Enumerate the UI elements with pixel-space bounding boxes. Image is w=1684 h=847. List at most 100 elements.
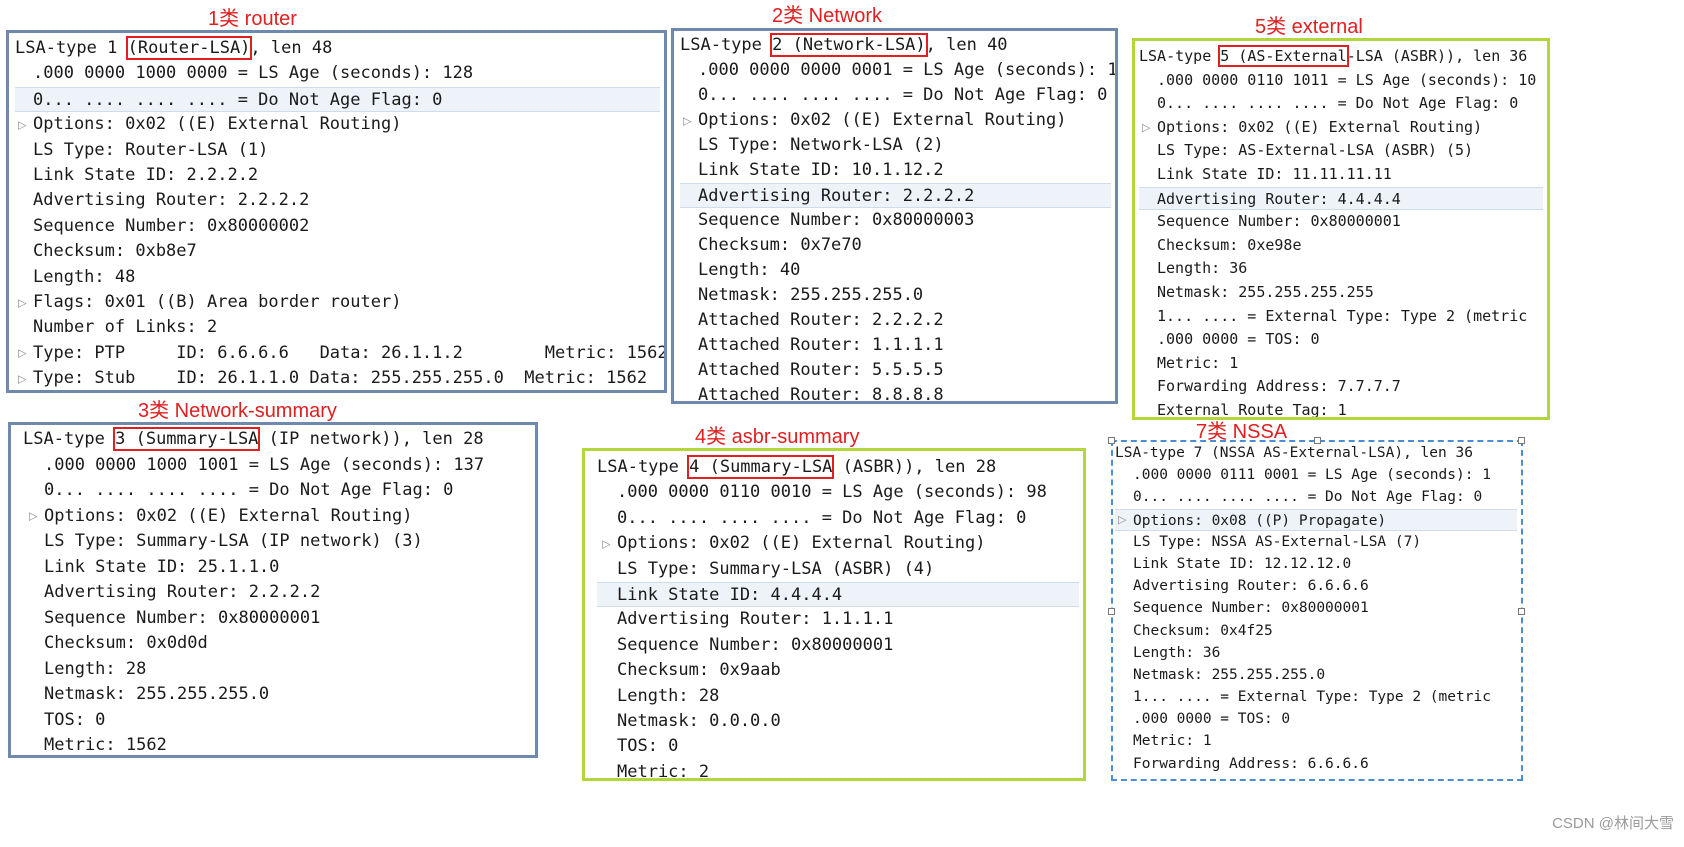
field-row[interactable]: Attached Router: 8.8.8.8 bbox=[680, 383, 1111, 401]
expand-arrow-icon[interactable]: ▷ bbox=[1142, 116, 1150, 140]
field-row[interactable]: Length: 28 bbox=[23, 657, 531, 683]
field-row[interactable]: Link State ID: 25.1.1.0 bbox=[23, 555, 531, 581]
field-row[interactable]: 0... .... .... .... = Do Not Age Flag: 0 bbox=[15, 86, 660, 113]
field-row[interactable]: LS Type: NSSA AS-External-LSA (7) bbox=[1115, 531, 1517, 553]
field-row[interactable]: Length: 36 bbox=[1139, 257, 1543, 281]
field-row[interactable]: LS Type: Network-LSA (2) bbox=[680, 133, 1111, 158]
field-row[interactable]: Netmask: 0.0.0.0 bbox=[597, 709, 1079, 734]
field-row[interactable]: 0... .... .... .... = Do Not Age Flag: 0 bbox=[23, 478, 531, 504]
lsa-header[interactable]: LSA-type 1 (Router-LSA), len 48 bbox=[15, 36, 660, 61]
field-row[interactable]: Checksum: 0x0d0d bbox=[23, 631, 531, 657]
field-row[interactable]: Advertising Router: 2.2.2.2 bbox=[680, 183, 1111, 208]
field-row[interactable]: LS Type: Summary-LSA (IP network) (3) bbox=[23, 529, 531, 555]
field-row[interactable]: .000 0000 1000 0000 = LS Age (seconds): … bbox=[15, 61, 660, 86]
resize-handle-ml[interactable] bbox=[1108, 608, 1115, 615]
field-row[interactable]: ▷ Options: 0x08 ((P) Propagate) bbox=[1115, 508, 1517, 531]
field-row[interactable]: Sequence Number: 0x80000001 bbox=[23, 606, 531, 632]
resize-handle-tl[interactable] bbox=[1108, 437, 1115, 444]
lsa-header[interactable]: LSA-type 7 (NSSA AS-External-LSA), len 3… bbox=[1115, 442, 1517, 464]
expand-arrow-icon[interactable]: ▷ bbox=[683, 108, 691, 133]
field-row[interactable]: 1... .... = External Type: Type 2 (metri… bbox=[1115, 686, 1517, 708]
field-row[interactable]: Link State ID: 10.1.12.2 bbox=[680, 158, 1111, 183]
resize-handle-tm[interactable] bbox=[1314, 437, 1321, 444]
expand-arrow-icon[interactable]: ▷ bbox=[18, 112, 26, 137]
field-row[interactable]: Length: 48 bbox=[15, 265, 660, 290]
lsa-header[interactable]: LSA-type 4 (Summary-LSA (ASBR)), len 28 bbox=[597, 455, 1079, 480]
field-row[interactable]: Checksum: 0x9aab bbox=[597, 658, 1079, 683]
field-row[interactable]: Advertising Router: 2.2.2.2 bbox=[15, 188, 660, 213]
field-row[interactable]: LS Type: Router-LSA (1) bbox=[15, 138, 660, 163]
expand-arrow-icon[interactable]: ▷ bbox=[18, 366, 26, 390]
lsa-header[interactable]: LSA-type 5 (AS-External-LSA (ASBR)), len… bbox=[1139, 45, 1543, 69]
expand-arrow-icon[interactable]: ▷ bbox=[1118, 509, 1126, 531]
field-row[interactable]: Sequence Number: 0x80000003 bbox=[680, 208, 1111, 233]
field-row[interactable]: Netmask: 255.255.255.0 bbox=[680, 283, 1111, 308]
field-row[interactable]: Attached Router: 1.1.1.1 bbox=[680, 333, 1111, 358]
field-row[interactable]: Forwarding Address: 7.7.7.7 bbox=[1139, 375, 1543, 399]
field-row[interactable]: Sequence Number: 0x80000002 bbox=[15, 214, 660, 239]
field-row[interactable]: Checksum: 0x7e70 bbox=[680, 233, 1111, 258]
field-row[interactable]: Link State ID: 4.4.4.4 bbox=[597, 581, 1079, 608]
field-row[interactable]: ▷ Options: 0x02 ((E) External Routing) bbox=[15, 112, 660, 137]
field-row[interactable]: Length: 36 bbox=[1115, 642, 1517, 664]
field-row[interactable]: Netmask: 255.255.255.0 bbox=[1115, 664, 1517, 686]
field-row[interactable]: .000 0000 0000 0001 = LS Age (seconds): … bbox=[680, 58, 1115, 83]
field-row[interactable]: Link State ID: 12.12.12.0 bbox=[1115, 553, 1517, 575]
field-row[interactable]: External Route Tag: 1 bbox=[1115, 775, 1517, 779]
field-row[interactable]: TOS: 0 bbox=[597, 734, 1079, 759]
expand-arrow-icon[interactable]: ▷ bbox=[18, 341, 26, 366]
field-row[interactable]: Netmask: 255.255.255.255 bbox=[1139, 281, 1543, 305]
field-row[interactable]: Attached Router: 2.2.2.2 bbox=[680, 308, 1111, 333]
field-row[interactable]: Metric: 2 bbox=[597, 760, 1079, 778]
lsa-header[interactable]: LSA-type 2 (Network-LSA), len 40 bbox=[680, 33, 1111, 58]
expand-arrow-icon[interactable]: ▷ bbox=[602, 531, 610, 556]
field-row[interactable]: External Route Tag: 1 bbox=[1139, 399, 1543, 417]
field-row[interactable]: ▷ Options: 0x02 ((E) External Routing) bbox=[597, 531, 1079, 556]
field-row[interactable]: Netmask: 255.255.255.0 bbox=[23, 682, 531, 708]
lsa-header[interactable]: LSA-type 3 (Summary-LSA (IP network)), l… bbox=[23, 427, 531, 453]
resize-handle-mr[interactable] bbox=[1518, 608, 1525, 615]
field-row[interactable]: Checksum: 0xb8e7 bbox=[15, 239, 660, 264]
field-row[interactable]: ▷ Options: 0x02 ((E) External Routing) bbox=[23, 504, 531, 530]
field-row[interactable]: Link State ID: 11.11.11.11 bbox=[1139, 163, 1543, 187]
field-row[interactable]: LS Type: Summary-LSA (ASBR) (4) bbox=[597, 557, 1079, 582]
field-row[interactable]: Link State ID: 2.2.2.2 bbox=[15, 163, 660, 188]
field-row[interactable]: ▷ Type: Stub ID: 26.1.1.0 Data: 255.255.2… bbox=[15, 366, 660, 390]
field-row[interactable]: .000 0000 = TOS: 0 bbox=[1139, 328, 1543, 352]
field-row[interactable]: ▷ Flags: 0x01 ((B) Area border router) bbox=[15, 290, 660, 315]
field-row[interactable]: .000 0000 0110 0010 = LS Age (seconds): … bbox=[597, 480, 1079, 505]
field-row[interactable]: .000 0000 0111 0001 = LS Age (seconds): … bbox=[1115, 464, 1517, 486]
field-row[interactable]: Advertising Router: 2.2.2.2 bbox=[23, 580, 531, 606]
field-row[interactable]: Sequence Number: 0x80000001 bbox=[1139, 210, 1543, 234]
field-row[interactable]: Metric: 1562 bbox=[23, 733, 531, 755]
field-row[interactable]: Metric: 1 bbox=[1139, 352, 1543, 376]
field-row[interactable]: ▷ Options: 0x02 ((E) External Routing) bbox=[680, 108, 1111, 133]
field-row[interactable]: .000 0000 = TOS: 0 bbox=[1115, 708, 1517, 730]
field-row[interactable]: Sequence Number: 0x80000001 bbox=[597, 633, 1079, 658]
field-row[interactable]: Advertising Router: 6.6.6.6 bbox=[1115, 575, 1517, 597]
field-row[interactable]: 1... .... = External Type: Type 2 (metri… bbox=[1139, 305, 1543, 329]
field-row[interactable]: 0... .... .... .... = Do Not Age Flag: 0 bbox=[1139, 92, 1543, 116]
field-row[interactable]: ▷ Options: 0x02 ((E) External Routing) bbox=[1139, 116, 1543, 140]
field-row[interactable]: Advertising Router: 4.4.4.4 bbox=[1139, 186, 1543, 211]
field-row[interactable]: 0... .... .... .... = Do Not Age Flag: 0 bbox=[680, 83, 1111, 108]
field-row[interactable]: 0... .... .... .... = Do Not Age Flag: 0 bbox=[1115, 486, 1517, 508]
resize-handle-tr[interactable] bbox=[1518, 437, 1525, 444]
field-row[interactable]: LS Type: AS-External-LSA (ASBR) (5) bbox=[1139, 139, 1543, 163]
expand-arrow-icon[interactable]: ▷ bbox=[29, 504, 37, 530]
field-row[interactable]: TOS: 0 bbox=[23, 708, 531, 734]
field-row[interactable]: Length: 40 bbox=[680, 258, 1111, 283]
field-row[interactable]: Number of Links: 2 bbox=[15, 315, 660, 340]
field-row[interactable]: .000 0000 1000 1001 = LS Age (seconds): … bbox=[23, 453, 531, 479]
field-row[interactable]: Sequence Number: 0x80000001 bbox=[1115, 597, 1517, 619]
field-row[interactable]: 0... .... .... .... = Do Not Age Flag: 0 bbox=[597, 506, 1079, 531]
expand-arrow-icon[interactable]: ▷ bbox=[18, 290, 26, 315]
field-row[interactable]: Checksum: 0xe98e bbox=[1139, 234, 1543, 258]
field-row[interactable]: Length: 28 bbox=[597, 684, 1079, 709]
field-row[interactable]: Attached Router: 5.5.5.5 bbox=[680, 358, 1111, 383]
field-row[interactable]: Checksum: 0x4f25 bbox=[1115, 620, 1517, 642]
field-row[interactable]: Metric: 1 bbox=[1115, 730, 1517, 752]
field-row[interactable]: Advertising Router: 1.1.1.1 bbox=[597, 607, 1079, 632]
field-row[interactable]: ▷ Type: PTP ID: 6.6.6.6 Data: 26.1.1.2 Me… bbox=[15, 341, 664, 366]
field-row[interactable]: .000 0000 0110 1011 = LS Age (seconds): … bbox=[1139, 69, 1543, 93]
